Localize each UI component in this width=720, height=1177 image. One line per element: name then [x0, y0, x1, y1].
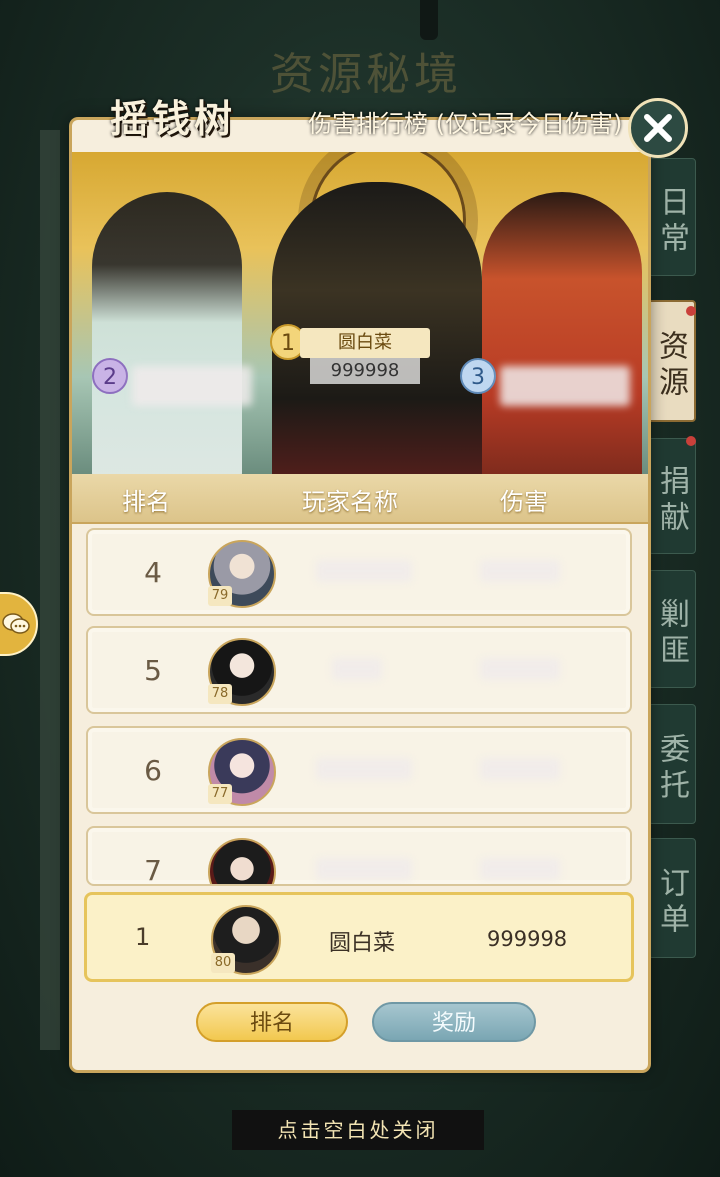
column-player-name: 玩家名称: [302, 488, 398, 516]
blurred-damage: [480, 658, 560, 680]
level-badge: 80: [211, 953, 235, 973]
level-badge: 79: [208, 586, 232, 606]
blurred-damage: [480, 858, 560, 880]
rank-button[interactable]: 排名: [196, 1002, 348, 1042]
background-title: 资源秘境: [270, 49, 462, 100]
row-rank: 4: [144, 556, 162, 589]
table-row[interactable]: 5 78: [86, 626, 632, 714]
blurred-damage: [480, 758, 560, 780]
table-row[interactable]: 4 79: [86, 528, 632, 616]
my-rank-row: 1 80 圆白菜 999998: [84, 892, 634, 982]
blurred-damage: [480, 560, 560, 582]
chat-icon: [2, 613, 30, 634]
my-player-name: 圆白菜: [329, 931, 396, 956]
rank-badge-2: 2: [92, 358, 128, 394]
top-three-banner: 2 3 1 圆白菜 999998: [72, 152, 648, 474]
table-row[interactable]: 6 77: [86, 726, 632, 814]
blurred-name: [500, 366, 630, 406]
character-third: [482, 192, 642, 474]
panel-shadow: [40, 130, 60, 1050]
tab-commission[interactable]: 委托: [648, 704, 696, 824]
top1-player-name: 圆白菜: [300, 328, 430, 358]
blurred-name: [132, 366, 252, 406]
notification-dot: [686, 306, 696, 316]
character-second: [92, 192, 242, 474]
tab-daily[interactable]: 日常: [648, 158, 696, 276]
reward-button[interactable]: 奖励: [372, 1002, 536, 1042]
rank-badge-3: 3: [460, 358, 496, 394]
row-rank: 7: [144, 854, 162, 886]
calligraphy-title: 摇钱树: [110, 96, 237, 141]
my-damage: 999998: [487, 927, 568, 951]
tab-order[interactable]: 订单: [648, 838, 696, 958]
table-header: 排名 玩家名称 伤害: [72, 474, 648, 524]
tab-donate[interactable]: 捐献: [648, 438, 696, 554]
hanging-ornament: [420, 0, 438, 40]
tab-bandit[interactable]: 剿匪: [648, 570, 696, 688]
column-rank: 排名: [122, 488, 170, 516]
level-badge: 77: [208, 784, 232, 804]
close-icon: [644, 114, 672, 142]
notification-dot: [686, 436, 696, 446]
blurred-name: [332, 658, 382, 680]
column-damage: 伤害: [500, 488, 548, 516]
table-row[interactable]: 7: [86, 826, 632, 886]
avatar[interactable]: [208, 838, 276, 884]
row-rank: 5: [144, 654, 162, 687]
blurred-name: [316, 858, 412, 880]
level-badge: 78: [208, 684, 232, 704]
tab-resource[interactable]: 资源: [642, 300, 696, 422]
row-rank: 6: [144, 754, 162, 787]
blurred-name: [316, 560, 412, 582]
close-hint[interactable]: 点击空白处关闭: [232, 1110, 484, 1150]
my-rank: 1: [135, 923, 151, 951]
close-button[interactable]: [628, 98, 688, 158]
top1-damage: 999998: [310, 358, 420, 384]
page-title: 伤害排行榜 (仅记录今日伤害): [308, 110, 623, 138]
chat-button[interactable]: [0, 592, 38, 656]
blurred-name: [316, 758, 412, 780]
